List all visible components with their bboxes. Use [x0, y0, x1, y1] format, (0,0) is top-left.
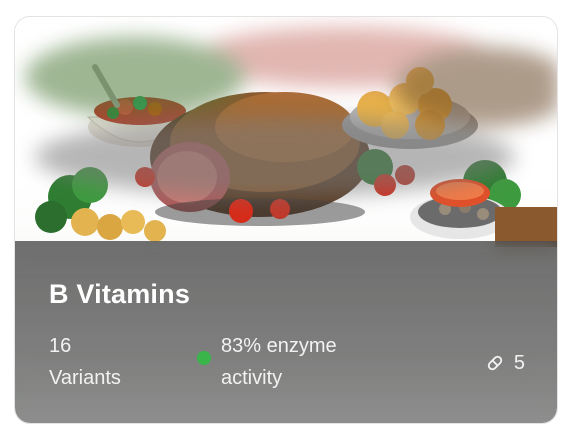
- nutrient-card[interactable]: B Vitamins 16 Variants 83% enzyme activi…: [14, 16, 558, 424]
- activity-value: 83% enzyme: [221, 335, 337, 357]
- pill-count: 5: [513, 352, 525, 374]
- enzyme-activity-stat: 83% enzyme activity: [197, 330, 377, 394]
- variants-stat: 16 Variants: [49, 330, 159, 394]
- variants-label: Variants: [49, 367, 121, 389]
- card-title: B Vitamins: [49, 279, 191, 309]
- pill-count-stat: 5: [484, 347, 525, 379]
- status-dot-icon: [197, 351, 211, 365]
- pill-icon: [487, 355, 503, 371]
- variants-count: 16: [49, 335, 72, 357]
- activity-suffix: activity: [221, 367, 283, 389]
